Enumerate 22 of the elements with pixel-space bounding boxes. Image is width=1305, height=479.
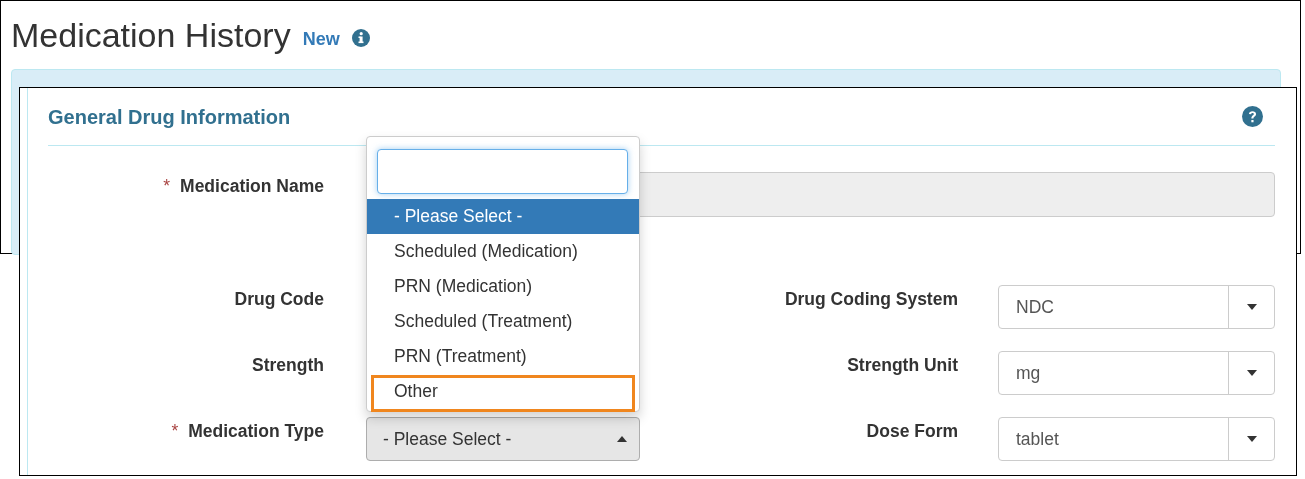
- field-label: Drug Code: [234, 289, 324, 311]
- select-field[interactable]: - Please Select -: [366, 417, 640, 461]
- required-marker: *: [171, 421, 179, 443]
- field-label: Medication Name: [180, 176, 324, 198]
- panel-title: General Drug Information: [48, 106, 291, 129]
- dropdown-option[interactable]: PRN (Medication): [367, 269, 639, 304]
- dropdown-option[interactable]: PRN (Treatment): [367, 339, 639, 374]
- select-field[interactable]: mg: [998, 351, 1275, 395]
- field-label: Medication Type: [188, 421, 324, 443]
- dropdown-option[interactable]: - Please Select -: [367, 199, 639, 234]
- required-marker: *: [163, 176, 171, 198]
- field-label: Drug Coding System: [784, 289, 958, 311]
- dropdown-option[interactable]: Scheduled (Medication): [367, 234, 639, 269]
- field-label: Strength: [252, 355, 324, 377]
- new-link[interactable]: New: [302, 28, 340, 50]
- select-field[interactable]: tablet: [998, 417, 1275, 461]
- field-label: Dose Form: [866, 421, 958, 443]
- field-label: Strength Unit: [847, 355, 958, 377]
- dropdown-option[interactable]: Other: [367, 374, 639, 409]
- page-title: Medication History: [11, 15, 291, 55]
- dropdown-option[interactable]: Scheduled (Treatment): [367, 304, 639, 339]
- select-field[interactable]: NDC: [998, 285, 1275, 329]
